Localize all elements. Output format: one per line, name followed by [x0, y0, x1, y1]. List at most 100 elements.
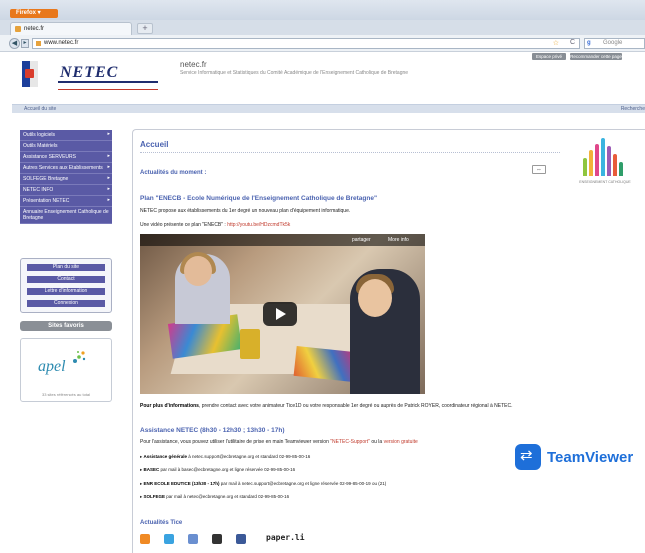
contact-button[interactable]: Contact [27, 276, 105, 283]
chevron-right-icon: ▸ [107, 153, 110, 159]
private-space-button[interactable]: Espace privé [532, 53, 566, 60]
breadcrumb-home[interactable]: Accueil du site [24, 106, 56, 112]
video-link-paragraph: Une vidéo présente ce plan "ENECB" : htt… [140, 222, 290, 228]
video-scene [358, 279, 392, 317]
text: ou la [369, 439, 384, 445]
scoopit-icon[interactable] [212, 534, 222, 544]
assistance-title: Assistance NETEC (8h30 - 12h30 ; 13h30 -… [140, 427, 285, 434]
sidebar-item-outils-logiciels[interactable]: Outils logiciels ▸ [20, 130, 112, 141]
sidebar-item-label: Outils logiciels [23, 132, 55, 138]
enseignement-catholique-logo[interactable]: ENSEIGNEMENT CATHOLIQUE [575, 134, 635, 184]
apel-banner[interactable]: apel 33 sites référencés au total [20, 338, 112, 402]
teamviewer-text: TeamViewer [547, 449, 634, 466]
sidebar-item-label: NETEC INFO [23, 187, 54, 193]
search-link[interactable]: Recherche [621, 106, 645, 112]
video-share-button[interactable]: partager [352, 237, 371, 243]
logo-bar [619, 162, 623, 176]
url-text: www.netec.fr [44, 40, 79, 46]
firefox-menu-button[interactable]: Firefox ▾ [10, 9, 58, 18]
search-bar[interactable]: g Google [584, 38, 645, 49]
bullet-text: par mail à basec@ecbretagne.org et ligne… [159, 467, 296, 472]
play-icon[interactable] [263, 302, 297, 326]
list-item: ▸ ENR ECOLE EDUTICE (13h30 - 17h) par ma… [140, 481, 387, 486]
info-paragraph: Pour plus d'informations, prendre contac… [140, 403, 512, 409]
favorites-heading: Sites favoris [20, 321, 112, 331]
chevron-right-icon: ▸ [107, 131, 110, 137]
back-button[interactable]: ◀ [9, 38, 20, 49]
new-tab-button[interactable]: + [137, 23, 153, 34]
apel-logo-text: apel [38, 358, 66, 375]
bullet-text: par mail à netec.support@ecbretagne.org … [219, 481, 387, 486]
twitter-icon[interactable] [164, 534, 174, 544]
rss-icon[interactable] [140, 534, 150, 544]
sidebar-item-label: Présentation NETEC [23, 198, 70, 204]
assistance-intro: Pour l'assistance, vous pouvez utiliser … [140, 439, 418, 445]
sidebar-item-label: Assistance SERVEURS [23, 154, 76, 160]
text: Une vidéo présente ce plan "ENECB" : [140, 222, 228, 228]
search-placeholder: Google [603, 40, 623, 46]
bullet-text: à netec.support@ecbretagne.org et standa… [187, 454, 311, 459]
sidebar-item-assistance-serveurs[interactable]: Assistance SERVEURS ▸ [20, 152, 112, 163]
video-more-info-button[interactable]: More info [388, 237, 409, 243]
logo-bar [583, 158, 587, 176]
sidebar-item-label: Outils Matériels [23, 143, 58, 149]
sidebar-item-annuaire[interactable]: Annuaire Enseignement Catholique de Bret… [20, 207, 112, 224]
video-player[interactable]: partager More info [140, 234, 425, 394]
paperli-logo[interactable]: paper.li [266, 533, 305, 542]
bullet-bold: SOLFEGE [143, 494, 166, 499]
logo-bar [589, 150, 593, 176]
sidebar-item-netec-info[interactable]: NETEC INFO ▸ [20, 185, 112, 196]
apel-dots-icon [73, 351, 86, 363]
page-title: Accueil [140, 140, 169, 149]
youtube-link[interactable]: http://youtu.be/HDzcmdTk5k [227, 222, 290, 228]
breadcrumb-bar: Accueil du site Recherche [12, 104, 645, 113]
site-name: netec.fr [180, 60, 207, 69]
netec-support-link[interactable]: "NETEC-Support" [330, 439, 370, 445]
site-identity-icon [36, 41, 41, 46]
login-button[interactable]: Connexion [27, 300, 105, 307]
quick-links-box: Plan du site Contact Lettre d'informatio… [20, 258, 112, 313]
bullet-bold: ENR ECOLE EDUTICE (13h30 - 17h) [143, 481, 220, 486]
article-title[interactable]: Plan "ENECB - Ecole Numérique de l'Ensei… [140, 195, 377, 202]
bullet-bold: Assistance générale [143, 454, 188, 459]
sidebar-item-outils-materiels[interactable]: Outils Matériels [20, 141, 112, 152]
chevron-right-icon: ▸ [107, 164, 110, 170]
link-icon[interactable]: ⇔ [532, 165, 546, 174]
sidebar-item-label: Annuaire Enseignement Catholique de Bret… [23, 209, 109, 221]
article-paragraph: NETEC propose aux établissements du 1er … [140, 208, 351, 214]
teamviewer-icon [515, 444, 541, 470]
text: Pour l'assistance, vous pouvez utiliser … [140, 439, 331, 445]
tice-heading: Actualités Tice [140, 520, 183, 526]
google-icon: g [587, 40, 591, 46]
browser-titlebar: Firefox ▾ [0, 0, 645, 20]
url-bar[interactable]: www.netec.fr ☆ C [32, 38, 580, 49]
site-map-button[interactable]: Plan du site [27, 264, 105, 271]
forward-button[interactable]: ▸ [21, 39, 29, 48]
brittany-flag-icon [22, 61, 38, 87]
newsletter-button[interactable]: Lettre d'information [27, 288, 105, 295]
sidebar-item-autres-services[interactable]: Autres Services aux Etablissements ▸ [20, 163, 112, 174]
sidebar-item-solfege[interactable]: SOLFEGE Bretagne ▸ [20, 174, 112, 185]
sidebar-item-label: SOLFEGE Bretagne [23, 176, 69, 182]
info-bold: Pour plus d'informations [140, 403, 199, 409]
bookmark-star-icon[interactable]: ☆ [553, 39, 559, 47]
video-top-bar [140, 234, 425, 246]
title-divider [140, 152, 560, 153]
delicious-icon[interactable] [188, 534, 198, 544]
social-icons: paper.li [140, 533, 340, 546]
reload-icon[interactable]: C [570, 39, 575, 46]
netec-logo[interactable]: NETEC [22, 61, 162, 90]
facebook-icon[interactable] [236, 534, 246, 544]
logo-bar [607, 146, 611, 176]
logo-lines [58, 81, 158, 90]
info-text: , prendre contact avec votre animateur T… [198, 403, 513, 409]
free-version-link[interactable]: version gratuite [384, 439, 418, 445]
list-item: ▸ BASEC par mail à basec@ecbretagne.org … [140, 467, 296, 472]
video-scene [240, 329, 260, 359]
recommend-page-button[interactable]: Recommander cette page [570, 53, 622, 60]
list-item: ▸ SOLFEGE par mail à netec@ecbretagne.or… [140, 494, 290, 499]
teamviewer-logo[interactable]: TeamViewer [515, 443, 643, 473]
sidebar-item-presentation[interactable]: Présentation NETEC ▸ [20, 196, 112, 207]
tab-netec[interactable]: netec.fr [10, 22, 132, 35]
logo-bar [595, 144, 599, 176]
